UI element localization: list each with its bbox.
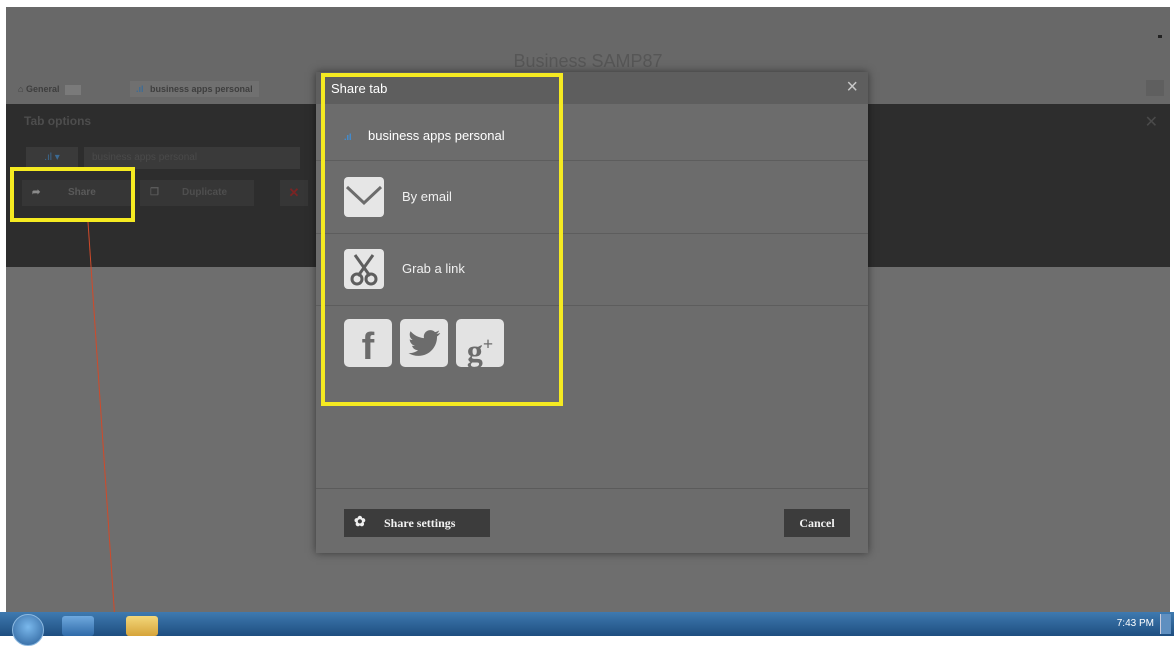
tab-general-label: General	[25, 84, 60, 94]
show-desktop-button[interactable]	[1160, 614, 1171, 634]
clock: 7:43 PM	[1116, 618, 1154, 629]
close-icon[interactable]: ✕	[1145, 112, 1158, 132]
tab-general[interactable]: ⌂ General	[18, 81, 81, 97]
home-icon: ⌂	[18, 84, 24, 94]
bar-chart-icon: .ıl ▾	[44, 152, 60, 163]
bar-chart-icon: .ıl	[136, 84, 144, 94]
close-icon: ✕	[288, 185, 300, 200]
app-title: Business SAMP87	[513, 51, 663, 71]
menu-dot-icon[interactable]	[1158, 35, 1162, 38]
delete-button[interactable]: ✕	[280, 180, 308, 206]
dialog-close-button[interactable]: ×	[846, 76, 858, 98]
duplicate-button-label: Duplicate	[182, 187, 228, 198]
tab-badge	[65, 84, 81, 95]
tab-name-field[interactable]: business apps personal	[84, 147, 300, 169]
tab-scroll-button[interactable]	[1146, 80, 1164, 96]
tab-icon-picker[interactable]: .ıl ▾	[26, 147, 78, 169]
highlight-box-dialog	[321, 73, 563, 406]
cancel-button[interactable]: Cancel	[784, 509, 850, 537]
duplicate-button[interactable]: ❐ Duplicate	[140, 180, 254, 206]
tab-business-apps[interactable]: .ıl business apps personal	[130, 81, 259, 97]
gear-icon: ✿	[354, 515, 366, 530]
share-settings-label: Share settings	[384, 516, 456, 530]
tab-business-apps-label: business apps personal	[150, 84, 253, 94]
share-settings-button[interactable]: ✿ Share settings	[344, 509, 490, 537]
browser-icon[interactable]	[62, 616, 94, 636]
start-button[interactable]	[12, 614, 44, 646]
windows-taskbar: 7:43 PM	[0, 612, 1174, 646]
dialog-footer: ✿ Share settings Cancel	[316, 488, 868, 553]
highlight-box-share	[10, 167, 135, 222]
copy-icon: ❐	[150, 187, 159, 198]
folder-icon[interactable]	[126, 616, 158, 636]
tab-options-heading: Tab options	[24, 114, 92, 128]
